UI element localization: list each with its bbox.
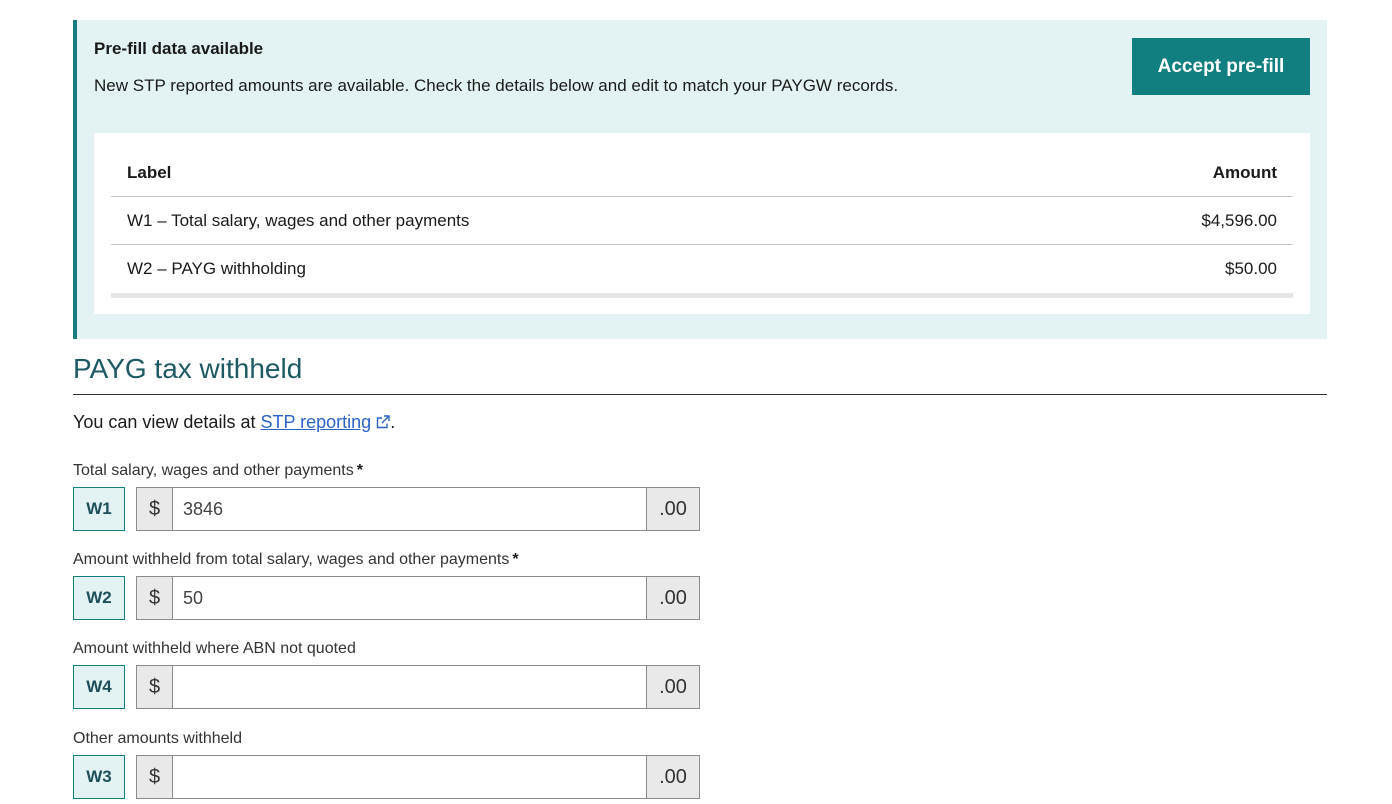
prefill-description: New STP reported amounts are available. … (94, 76, 899, 95)
stp-reporting-link-text[interactable]: STP reporting (260, 412, 371, 432)
w4-amount-input[interactable] (173, 666, 646, 708)
prefill-table-card: Label Amount W1 – Total salary, wages an… (94, 133, 1310, 314)
cents-suffix: .00 (646, 756, 699, 798)
row-amount: $50.00 (1225, 259, 1277, 278)
w3-amount-input[interactable] (173, 756, 646, 798)
section-divider (73, 394, 1327, 395)
accept-prefill-button[interactable]: Accept pre-fill (1132, 38, 1310, 95)
row-label: W2 – PAYG withholding (127, 259, 306, 278)
field-label: Amount withheld where ABN not quoted (73, 639, 356, 659)
field-code-badge: W4 (73, 665, 125, 709)
cents-suffix: .00 (646, 666, 699, 708)
column-header-label: Label (127, 162, 172, 182)
field-label-text: Amount withheld where ABN not quoted (73, 640, 356, 657)
currency-prefix: $ (137, 756, 173, 798)
intro-suffix: . (390, 412, 396, 432)
currency-prefix: $ (137, 577, 173, 619)
field-w2: Amount withheld from total salary, wages… (73, 550, 700, 620)
required-marker: * (356, 462, 363, 479)
field-label: Other amounts withheld (73, 729, 242, 749)
field-input-row: W3 $ .00 (73, 755, 700, 799)
table-scrollbar[interactable] (111, 293, 1293, 298)
currency-prefix: $ (137, 666, 173, 708)
w1-amount-input[interactable] (173, 488, 646, 530)
field-input-row: W4 $ .00 (73, 665, 700, 709)
field-code-badge: W3 (73, 755, 125, 799)
column-header-amount: Amount (1212, 162, 1277, 182)
prefill-title: Pre-fill data available (94, 39, 264, 58)
field-code-badge: W2 (73, 576, 125, 620)
row-label: W1 – Total salary, wages and other payme… (127, 210, 470, 230)
amount-input-group: $ .00 (136, 665, 700, 709)
field-w3: Other amounts withheld W3 $ .00 (73, 729, 700, 799)
field-input-row: W1 $ .00 (73, 487, 700, 531)
field-w1: Total salary, wages and other payments * … (73, 461, 700, 531)
field-label-text: Total salary, wages and other payments (73, 462, 354, 479)
prefill-panel: Pre-fill data available New STP reported… (73, 20, 1327, 339)
amount-input-group: $ .00 (136, 755, 700, 799)
prefill-table-header: Label Amount (111, 133, 1293, 197)
currency-prefix: $ (137, 488, 173, 530)
field-code-badge: W1 (73, 487, 125, 531)
field-label: Amount withheld from total salary, wages… (73, 550, 519, 570)
prefill-table: Label Amount W1 – Total salary, wages an… (111, 133, 1293, 298)
field-label-text: Amount withheld from total salary, wages… (73, 551, 510, 568)
field-label: Total salary, wages and other payments * (73, 461, 363, 481)
amount-input-group: $ .00 (136, 487, 700, 531)
amount-input-group: $ .00 (136, 576, 700, 620)
w2-amount-input[interactable] (173, 577, 646, 619)
table-row: W2 – PAYG withholding $50.00 (111, 245, 1293, 293)
field-input-row: W2 $ .00 (73, 576, 700, 620)
cents-suffix: .00 (646, 577, 699, 619)
cents-suffix: .00 (646, 488, 699, 530)
field-label-text: Other amounts withheld (73, 730, 242, 747)
intro-prefix: You can view details at (73, 412, 261, 432)
field-w4: Amount withheld where ABN not quoted W4 … (73, 639, 700, 709)
intro-text: You can view details at STP reporting. (73, 412, 395, 433)
external-link-icon (376, 415, 390, 429)
section-title: PAYG tax withheld (73, 353, 303, 384)
required-marker: * (512, 551, 519, 568)
row-amount: $4,596.00 (1201, 210, 1277, 230)
table-row: W1 – Total salary, wages and other payme… (111, 197, 1293, 245)
stp-reporting-link[interactable]: STP reporting (260, 412, 371, 432)
